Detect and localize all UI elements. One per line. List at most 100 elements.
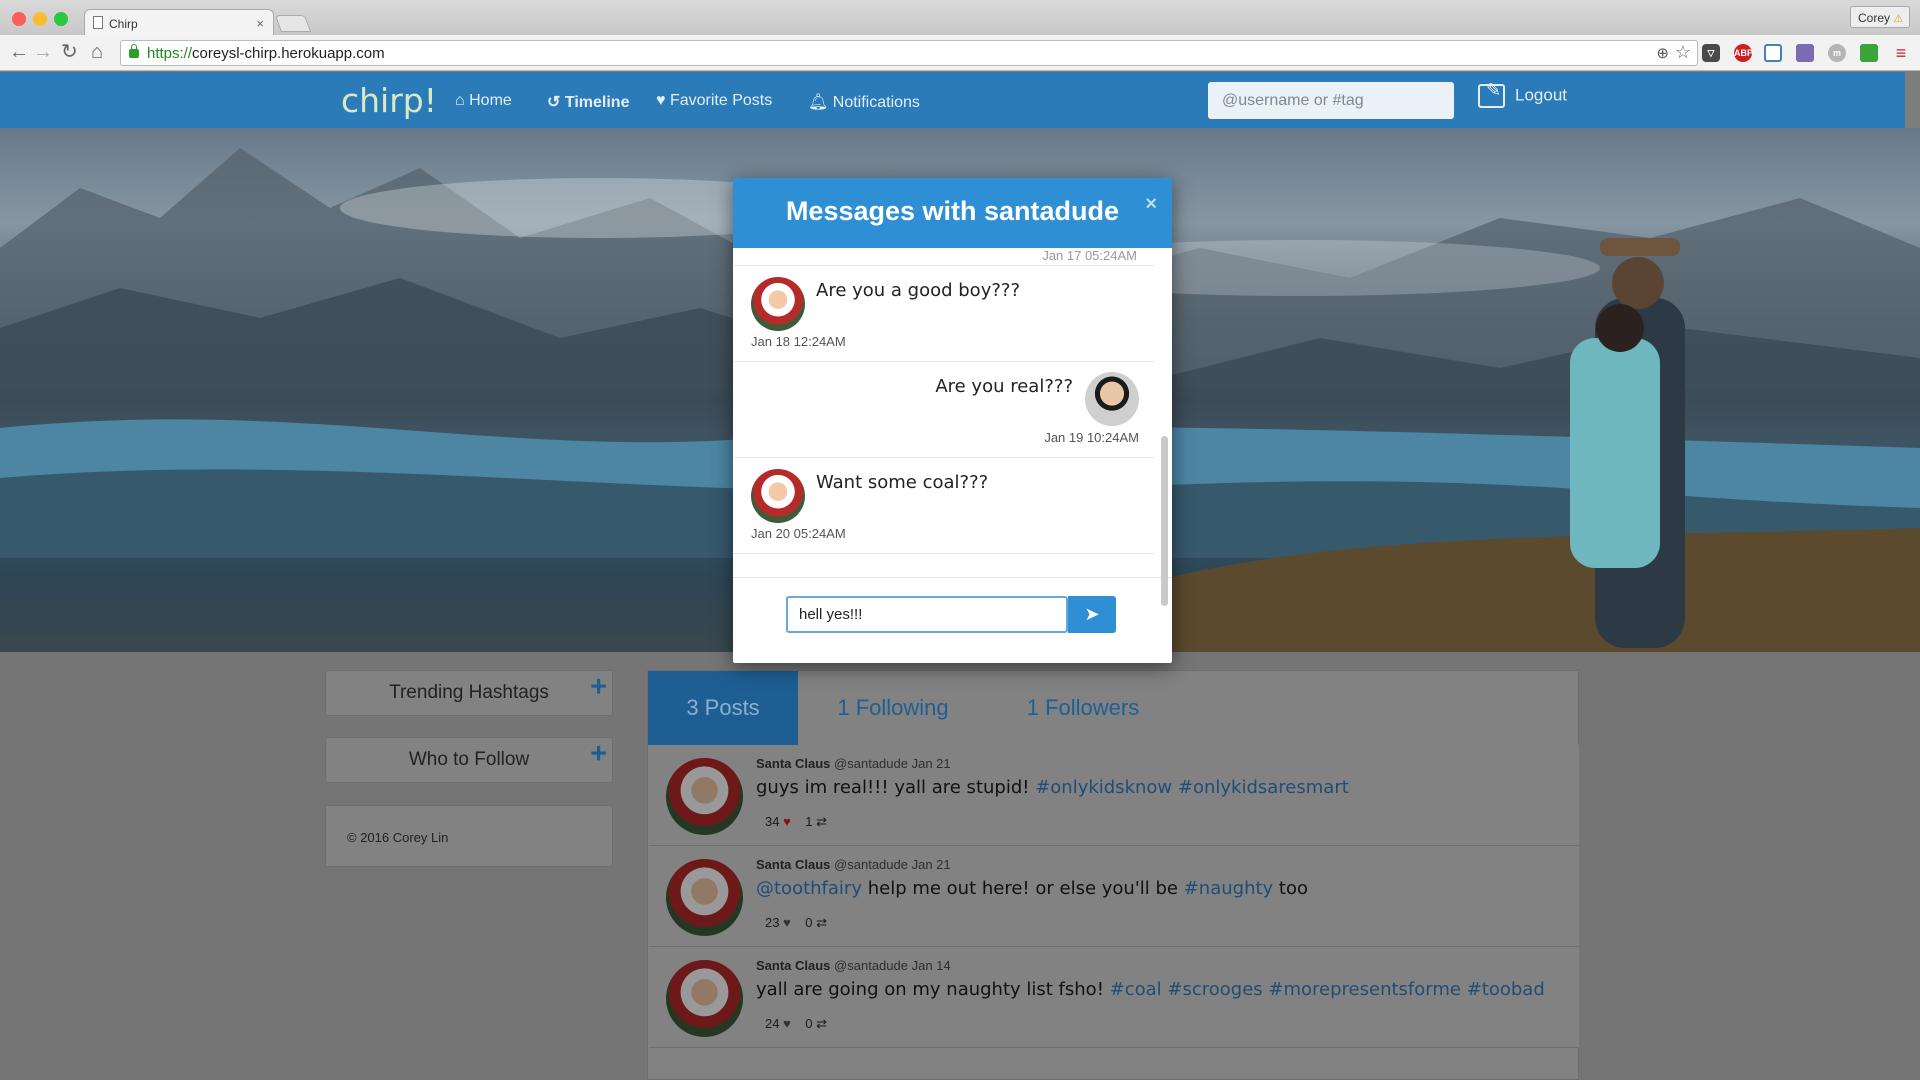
post-stats: 34 ♥ 1 ⇄ <box>765 814 827 830</box>
post-date: Jan 21 <box>911 857 951 872</box>
warning-icon: ⚠ <box>1893 13 1904 25</box>
page-icon <box>93 16 103 29</box>
tab-followers[interactable]: 1 Followers <box>988 671 1178 745</box>
minimize-window-button[interactable] <box>33 12 47 26</box>
message-item: Want some coal??? Jan 20 05:24AM <box>733 458 1155 554</box>
modal-header: Messages with santadude × <box>733 178 1172 248</box>
post-item[interactable]: Santa Claus @santadude Jan 14 yall are g… <box>649 947 1579 1048</box>
hashtag-link[interactable]: #morepresentsforme <box>1268 979 1461 1000</box>
tab-posts[interactable]: 3 Posts <box>648 671 798 745</box>
lock-icon <box>129 44 139 58</box>
author-name[interactable]: Santa Claus <box>756 958 830 973</box>
post-date: Jan 14 <box>911 958 951 973</box>
new-tab-button[interactable] <box>274 15 312 32</box>
heart-icon[interactable]: ♥ <box>783 915 791 930</box>
tab-following[interactable]: 1 Following <box>798 671 988 745</box>
heart-icon[interactable]: ♥ <box>783 814 791 829</box>
mention-link[interactable]: @toothfairy <box>756 878 862 899</box>
pocket-icon[interactable]: ▽ <box>1702 44 1720 62</box>
maximize-window-button[interactable] <box>54 12 68 26</box>
adblock-icon[interactable]: ABP <box>1734 44 1753 62</box>
forward-arrow-icon[interactable]: → <box>33 40 53 64</box>
hashtag-link[interactable]: #onlykidsaresmart <box>1178 777 1349 798</box>
avatar[interactable] <box>1085 372 1139 426</box>
expand-trending-icon[interactable]: + <box>590 671 607 704</box>
browser-toolbar: ← → ↻ ⌂ https://coreysl-chirp.herokuapp.… <box>0 35 1920 71</box>
close-icon[interactable]: × <box>1145 193 1157 216</box>
reload-icon[interactable]: ↻ <box>61 40 78 64</box>
grid-icon[interactable] <box>1796 44 1814 62</box>
menu-icon[interactable]: ≡ <box>1892 44 1910 62</box>
bookmark-star-icon[interactable]: ☆ <box>1675 42 1691 63</box>
who-to-follow-panel[interactable]: Who to Follow + <box>325 737 613 783</box>
hashtag-link[interactable]: #scrooges <box>1167 979 1262 1000</box>
thread-scrollbar[interactable] <box>1161 436 1168 606</box>
message-item: Are you real??? Jan 19 10:24AM <box>733 362 1155 458</box>
author-name[interactable]: Santa Claus <box>756 756 830 771</box>
brand-logo[interactable]: chirp! <box>341 81 437 120</box>
avatar[interactable] <box>666 960 743 1037</box>
modal-title: Messages with santadude <box>785 196 1120 226</box>
nav-timeline-label: Timeline <box>564 94 630 111</box>
m-icon[interactable]: m <box>1828 44 1846 62</box>
post-item[interactable]: Santa Claus @santadude Jan 21 guys im re… <box>649 745 1579 846</box>
post-list: Santa Claus @santadude Jan 21 guys im re… <box>649 745 1579 1048</box>
back-arrow-icon[interactable]: ← <box>9 40 29 64</box>
screenshot-icon[interactable] <box>1764 44 1782 62</box>
heart-icon[interactable]: ♥ <box>783 1016 791 1031</box>
hashtag-link[interactable]: #naughty <box>1184 878 1273 899</box>
avatar[interactable] <box>666 859 743 936</box>
author-handle[interactable]: @santadude <box>834 958 908 973</box>
message-thread[interactable]: Jan 17 05:24AM Are you a good boy??? Jan… <box>733 248 1172 578</box>
logout-button[interactable]: Logout <box>1478 80 1567 108</box>
address-bar[interactable]: https://coreysl-chirp.herokuapp.com ⊕ ☆ <box>120 40 1698 66</box>
new-icon[interactable] <box>1860 44 1878 62</box>
profile-button[interactable]: Corey ⚠ <box>1850 6 1910 28</box>
message-text: Are you a good boy??? <box>816 280 1021 301</box>
hashtag-link[interactable]: #coal <box>1110 979 1162 1000</box>
url-scheme: https:// <box>147 45 193 62</box>
hashtag-link[interactable]: #onlykidsknow <box>1035 777 1172 798</box>
author-handle[interactable]: @santadude <box>834 756 908 771</box>
avatar[interactable] <box>666 758 743 835</box>
close-window-button[interactable] <box>12 12 26 26</box>
home-icon[interactable]: ⌂ <box>91 40 103 64</box>
expand-who-to-follow-icon[interactable]: + <box>590 738 607 771</box>
nav-favorites[interactable]: ♥ Favorite Posts <box>656 92 772 110</box>
rechirp-count: 0 <box>805 915 813 930</box>
hashtag-link[interactable]: #toobad <box>1467 979 1545 1000</box>
message-time: Jan 17 05:24AM <box>1042 248 1137 263</box>
retweet-icon[interactable]: ⇄ <box>816 1016 827 1031</box>
retweet-icon[interactable]: ⇄ <box>816 814 827 829</box>
message-input[interactable] <box>786 596 1068 633</box>
avatar[interactable] <box>751 277 805 331</box>
trending-hashtags-panel[interactable]: Trending Hashtags + <box>325 670 613 716</box>
post-item[interactable]: Santa Claus @santadude Jan 21 @toothfair… <box>649 846 1579 947</box>
message-time: Jan 20 05:24AM <box>751 526 846 541</box>
like-count: 24 <box>765 1016 780 1031</box>
browser-tab[interactable]: Chirp × <box>84 9 274 36</box>
nav-timeline[interactable]: ↺ Timeline <box>547 92 629 112</box>
nav-home[interactable]: ⌂ Home <box>455 92 512 110</box>
paper-plane-icon: ➤ <box>1084 604 1100 624</box>
post-body: yall are going on my naughty list fsho! <box>756 979 1110 1000</box>
post-meta: Santa Claus @santadude Jan 14 <box>756 958 951 973</box>
bell-icon: 🔔︎ <box>808 94 833 111</box>
post-body-tail: too <box>1273 878 1309 899</box>
retweet-icon[interactable]: ⇄ <box>816 915 827 930</box>
tab-title: Chirp <box>109 17 138 31</box>
nav-notifications-label: Notifications <box>832 94 920 111</box>
rechirp-count: 0 <box>805 1016 813 1031</box>
trending-hashtags-title: Trending Hashtags <box>389 682 549 703</box>
send-button[interactable]: ➤ <box>1068 596 1116 633</box>
heart-icon: ♥ <box>656 92 670 109</box>
tab-close-icon[interactable]: × <box>256 16 264 31</box>
author-name[interactable]: Santa Claus <box>756 857 830 872</box>
nav-notifications[interactable]: 🔔︎ Notifications <box>808 92 920 112</box>
avatar[interactable] <box>751 469 805 523</box>
search-input[interactable] <box>1208 82 1454 119</box>
zoom-icon[interactable]: ⊕ <box>1656 44 1669 62</box>
author-handle[interactable]: @santadude <box>834 857 908 872</box>
message-time: Jan 19 10:24AM <box>1044 430 1139 445</box>
post-body: help me out here! or else you'll be <box>861 878 1184 899</box>
